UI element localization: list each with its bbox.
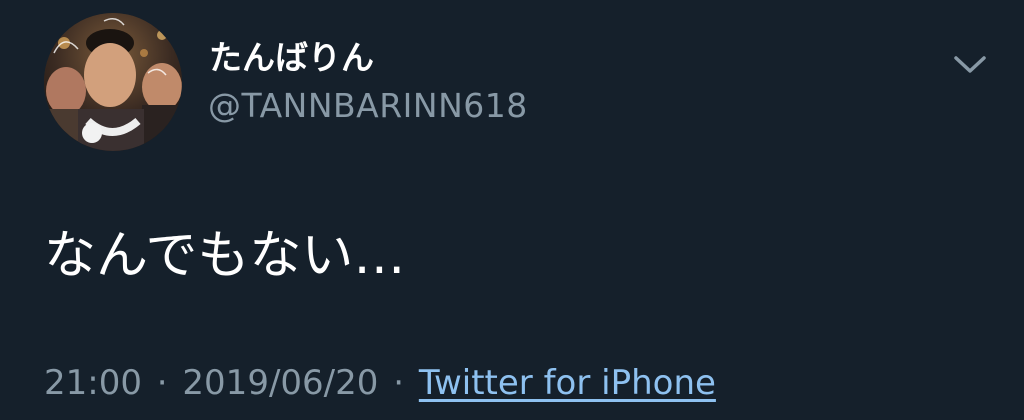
meta-separator: · — [156, 363, 168, 403]
user-handle[interactable]: @TANNBARINN618 — [208, 86, 528, 126]
tweet-date: 2019/06/20 — [182, 363, 379, 403]
avatar-photo — [44, 13, 182, 151]
display-name[interactable]: たんばりん — [209, 38, 374, 78]
tweet-card: たんばりん @TANNBARINN618 なんでもない… 21:00 · 201… — [0, 0, 1024, 420]
meta-separator: · — [393, 363, 405, 403]
tweet-time: 21:00 — [44, 363, 142, 403]
chevron-down-icon[interactable] — [950, 48, 990, 80]
tweet-text: なんでもない… — [44, 226, 406, 286]
tweet-source-link[interactable]: Twitter for iPhone — [419, 363, 716, 403]
avatar[interactable] — [44, 13, 182, 151]
tweet-meta: 21:00 · 2019/06/20 · Twitter for iPhone — [44, 360, 716, 406]
